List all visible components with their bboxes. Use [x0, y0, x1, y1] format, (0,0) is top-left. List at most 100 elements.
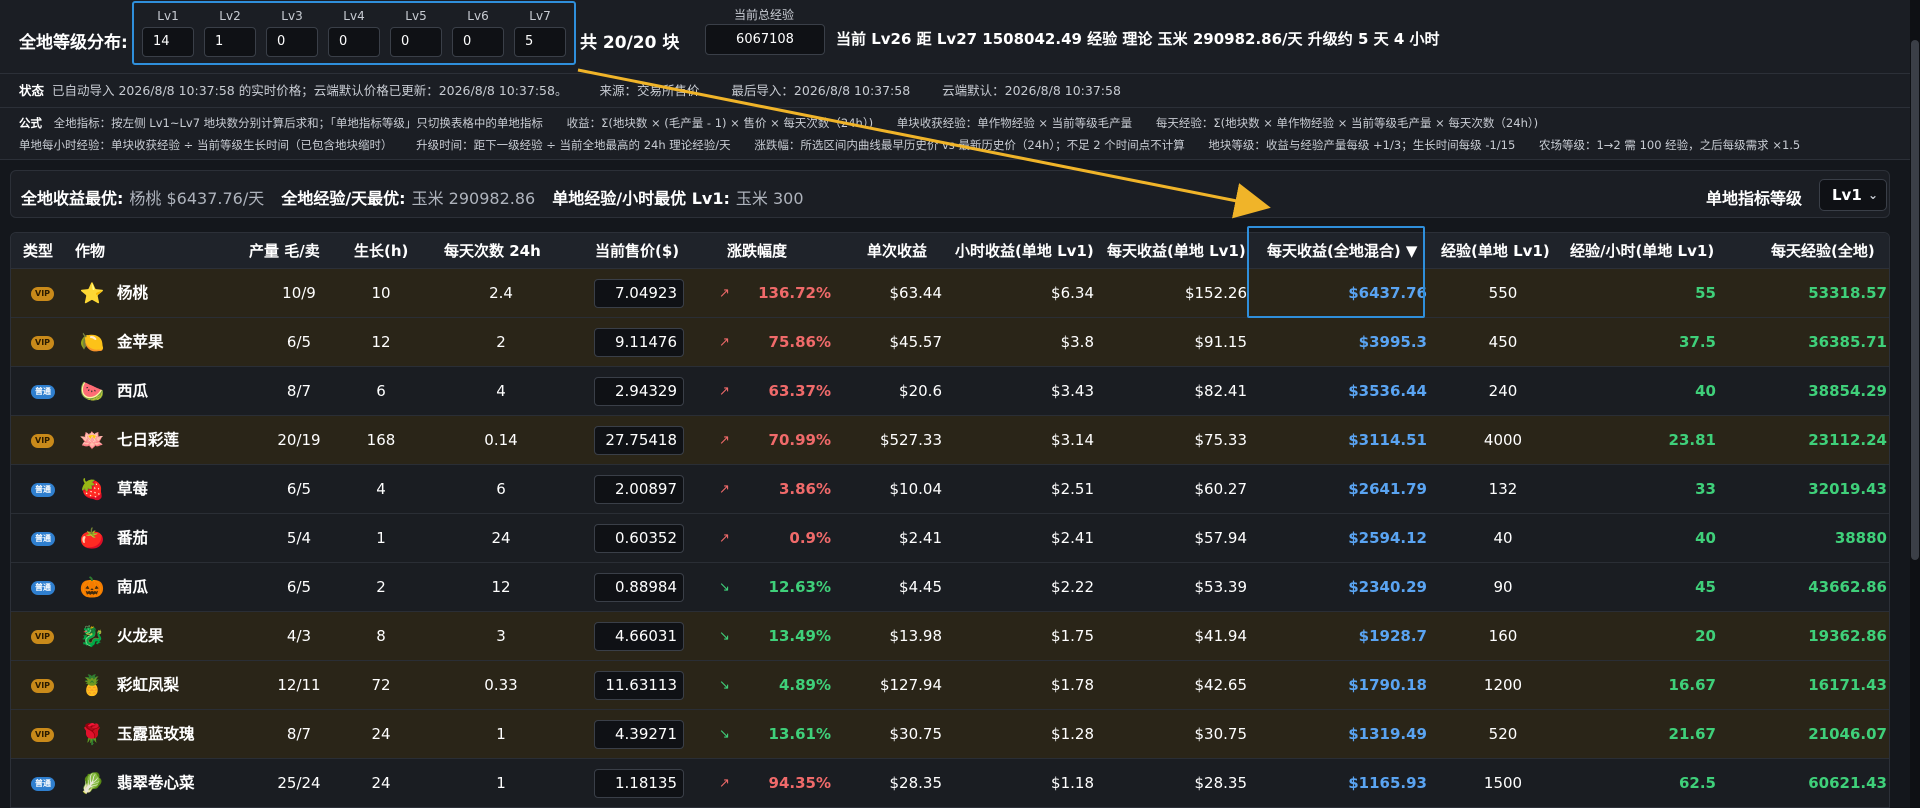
- col-yield[interactable]: 产量 毛/卖: [249, 233, 320, 269]
- price-input[interactable]: 11.63113: [594, 671, 684, 700]
- table-row[interactable]: VIP ⭐ 杨桃 10/9 10 2.4 7.04923 ↗ 136.72% $63.44 $6.3…: [11, 269, 1889, 318]
- col-crop[interactable]: 作物: [75, 233, 105, 269]
- change-cell: 70.99%: [768, 431, 831, 449]
- table-row[interactable]: 普通 🥬 翡翠卷心菜 25/24 24 1 1.18135 ↗ 94.35% $28.35 $1.1…: [11, 759, 1889, 807]
- level-count-input[interactable]: 0: [390, 27, 442, 57]
- exp-cell: 90: [1493, 578, 1513, 596]
- level-item: Lv7 5: [514, 9, 566, 57]
- price-input[interactable]: 4.66031: [594, 622, 684, 651]
- level-count-input[interactable]: 5: [514, 27, 566, 57]
- single-income-cell: $63.44: [889, 284, 943, 302]
- single-income-cell: $10.04: [889, 480, 943, 498]
- exp-hour-cell: 40: [1695, 382, 1716, 400]
- formula-row: 公式 全地指标：按左侧 Lv1~Lv7 地块数分别计算后求和；「单地指标等级」只…: [0, 108, 1910, 160]
- times-cell: 12: [491, 578, 511, 596]
- exp-hour-cell: 23.81: [1668, 431, 1716, 449]
- growth-cell: 10: [371, 284, 391, 302]
- col-day-income[interactable]: 每天收益(单地 Lv1): [1107, 233, 1246, 269]
- level-item: Lv2 1: [204, 9, 256, 57]
- change-cell: 12.63%: [768, 578, 831, 596]
- single-income-cell: $45.57: [889, 333, 943, 351]
- table-row[interactable]: VIP 🍋 金苹果 6/5 12 2 9.11476 ↗ 75.86% $45.57 $3.8 $91…: [11, 318, 1889, 367]
- exp-cell: 450: [1488, 333, 1518, 351]
- single-income-cell: $30.75: [889, 725, 943, 743]
- rainbow-pineapple-icon: 🍍: [79, 673, 105, 697]
- scrollbar-thumb[interactable]: [1911, 40, 1919, 560]
- level-count-input[interactable]: 14: [142, 27, 194, 57]
- day-income-cell: $41.94: [1194, 627, 1248, 645]
- level-count-input[interactable]: 0: [452, 27, 504, 57]
- col-times[interactable]: 每天次数 24h: [444, 233, 541, 269]
- price-input[interactable]: 4.39271: [594, 720, 684, 749]
- day-income-all-cell: $2340.29: [1348, 578, 1427, 596]
- col-exp-day-all[interactable]: 每天经验(全地): [1771, 233, 1875, 269]
- best-single-value: 玉米 300: [735, 189, 804, 208]
- day-income-cell: $28.35: [1194, 774, 1248, 792]
- formula-text: 农场等级：1→2 需 100 经验，之后每级需求 ×1.5: [1538, 138, 1801, 152]
- level-item: Lv6 0: [452, 9, 504, 57]
- table-row[interactable]: 普通 🍓 草莓 6/5 4 6 2.00897 ↗ 3.86% $10.04 $2.51 $60.27…: [11, 465, 1889, 514]
- tomato-icon: 🍅: [79, 526, 105, 550]
- total-exp-input[interactable]: 6067108: [705, 24, 825, 55]
- col-type[interactable]: 类型: [23, 233, 53, 269]
- exp-day-all-cell: 38880: [1834, 529, 1887, 547]
- price-input[interactable]: 2.94329: [594, 377, 684, 406]
- single-income-cell: $28.35: [889, 774, 943, 792]
- level-count-input[interactable]: 0: [266, 27, 318, 57]
- table-row[interactable]: 普通 🍉 西瓜 8/7 6 4 2.94329 ↗ 63.37% $20.6 $3.43 $82.41…: [11, 367, 1889, 416]
- best-summary-row: 全地收益最优: 杨桃 $6437.76/天 全地经验/天最优: 玉米 290982.…: [10, 170, 1890, 218]
- distribution-label: 全地等级分布:: [19, 33, 128, 53]
- col-growth[interactable]: 生长(h): [354, 233, 408, 269]
- col-exp[interactable]: 经验(单地 Lv1): [1441, 233, 1550, 269]
- price-input[interactable]: 7.04923: [594, 279, 684, 308]
- level-name: Lv6: [467, 9, 489, 23]
- level-name: Lv1: [157, 9, 179, 23]
- tier-badge: VIP: [31, 679, 55, 693]
- tier-badge: VIP: [31, 434, 55, 448]
- col-day-income-all[interactable]: 每天收益(全地混合) ▼: [1267, 233, 1417, 269]
- price-input[interactable]: 0.60352: [594, 524, 684, 553]
- crop-name: 西瓜: [117, 382, 149, 400]
- col-price[interactable]: 当前售价($): [595, 233, 679, 269]
- exp-cell: 550: [1488, 284, 1518, 302]
- table-row[interactable]: VIP 🍍 彩虹凤梨 12/11 72 0.33 11.63113 ↘ 4.89% $127.94…: [11, 661, 1889, 710]
- level-select[interactable]: Lv1 ⌄: [1819, 179, 1887, 211]
- exp-day-all-cell: 32019.43: [1808, 480, 1887, 498]
- exp-day-all-cell: 60621.43: [1808, 774, 1887, 792]
- exp-cell: 160: [1488, 627, 1518, 645]
- table-row[interactable]: 普通 🍅 番茄 5/4 1 24 0.60352 ↗ 0.9% $2.41 $2.41 $57.94 $…: [11, 514, 1889, 563]
- growth-cell: 2: [376, 578, 386, 596]
- col-exp-hour[interactable]: 经验/小时(单地 Lv1): [1570, 233, 1714, 269]
- price-input[interactable]: 9.11476: [594, 328, 684, 357]
- scrollbar-track[interactable]: [1910, 0, 1920, 808]
- dragon-fruit-icon: 🐉: [79, 624, 105, 648]
- yield-cell: 6/5: [286, 480, 312, 498]
- price-input[interactable]: 2.00897: [594, 475, 684, 504]
- exp-cell: 132: [1488, 480, 1518, 498]
- best-summary: 全地收益最优: 杨桃 $6437.76/天 全地经验/天最优: 玉米 290982.…: [21, 185, 804, 209]
- hour-income-cell: $3.8: [1060, 333, 1094, 351]
- col-single-income[interactable]: 单次收益: [867, 233, 927, 269]
- price-input[interactable]: 27.75418: [594, 426, 684, 455]
- change-cell: 13.61%: [768, 725, 831, 743]
- day-income-all-cell: $1165.93: [1348, 774, 1427, 792]
- level-count-input[interactable]: 1: [204, 27, 256, 57]
- table-row[interactable]: VIP 🪷 七日彩莲 20/19 168 0.14 27.75418 ↗ 70.99% $527.…: [11, 416, 1889, 465]
- table-row[interactable]: VIP 🌹 玉露蓝玫瑰 8/7 24 1 4.39271 ↘ 13.61% $30.75 $1.28…: [11, 710, 1889, 759]
- day-income-cell: $30.75: [1194, 725, 1248, 743]
- hour-income-cell: $1.28: [1051, 725, 1094, 743]
- level-count-input[interactable]: 0: [328, 27, 380, 57]
- times-cell: 1: [496, 774, 506, 792]
- hour-income-cell: $1.78: [1051, 676, 1094, 694]
- table-row[interactable]: 普通 🎃 南瓜 6/5 2 12 0.88984 ↘ 12.63% $4.45 $2.22 $53.3…: [11, 563, 1889, 612]
- price-input[interactable]: 0.88984: [594, 573, 684, 602]
- day-income-cell: $152.26: [1184, 284, 1247, 302]
- day-income-cell: $82.41: [1194, 382, 1248, 400]
- exp-hour-cell: 33: [1695, 480, 1716, 498]
- table-row[interactable]: VIP 🐉 火龙果 4/3 8 3 4.66031 ↘ 13.49% $13.98 $1.75 $41…: [11, 612, 1889, 661]
- status-last-import: 最后导入：2026/8/8 10:37:58: [731, 83, 911, 98]
- col-change[interactable]: 涨跌幅度: [727, 233, 787, 269]
- col-hour-income[interactable]: 小时收益(单地 Lv1): [955, 233, 1094, 269]
- growth-cell: 8: [376, 627, 386, 645]
- price-input[interactable]: 1.18135: [594, 769, 684, 798]
